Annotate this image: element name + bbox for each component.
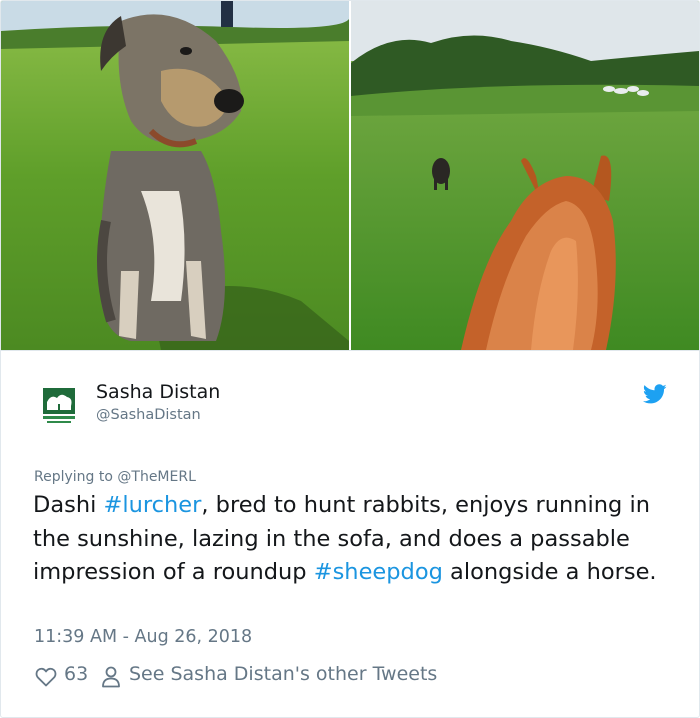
reply-mention-link[interactable]: @TheMERL	[117, 469, 196, 485]
tweet-timestamp[interactable]: 11:39 AM - Aug 26, 2018	[34, 627, 252, 647]
reply-prefix: Replying to	[34, 469, 118, 485]
horse-view-photo[interactable]	[351, 1, 699, 350]
tweet-text-part: alongside a horse.	[442, 559, 657, 585]
avatar[interactable]	[37, 384, 81, 428]
tweet-author: Sasha Distan @SashaDistan	[37, 381, 677, 440]
tree-logo-icon	[37, 384, 81, 428]
author-handle[interactable]: @SashaDistan	[96, 407, 201, 423]
tweet-media	[1, 1, 699, 350]
author-name[interactable]: Sasha Distan	[96, 381, 220, 403]
twitter-bird-icon[interactable]	[643, 384, 667, 406]
tweet-text-part: Dashi	[33, 492, 104, 518]
see-other-tweets-link[interactable]: See Sasha Distan's other Tweets	[129, 663, 437, 685]
person-icon[interactable]	[101, 666, 121, 688]
hashtag-lurcher-link[interactable]: #lurcher	[104, 492, 202, 518]
tweet-text: Dashi #lurcher, bred to hunt rabbits, en…	[33, 489, 683, 590]
media-border	[1, 350, 699, 351]
hashtag-sheepdog-link[interactable]: #sheepdog	[314, 559, 443, 585]
tweet-card: Sasha Distan @SashaDistan Replying to @T…	[0, 0, 700, 718]
reply-context: Replying to @TheMERL	[34, 469, 196, 485]
dog-photo[interactable]	[1, 1, 349, 350]
tweet-actions: 63 See Sasha Distan's other Tweets	[34, 663, 674, 691]
heart-icon[interactable]	[35, 667, 57, 687]
like-count[interactable]: 63	[64, 663, 88, 685]
